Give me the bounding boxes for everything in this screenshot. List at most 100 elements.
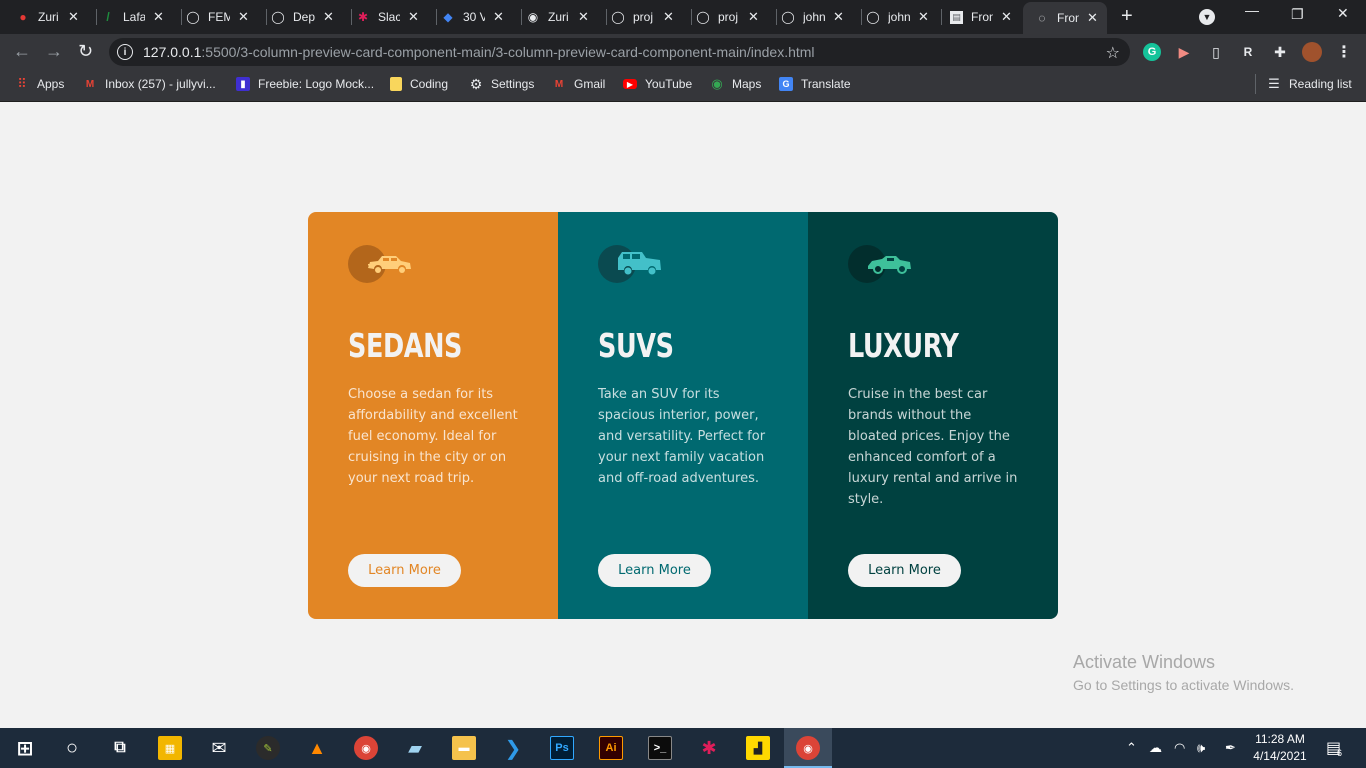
bookmark-star-icon[interactable]: ☆ bbox=[1106, 43, 1120, 63]
card-group: Sedans Choose a sedan for its affordabil… bbox=[308, 212, 1058, 619]
search-circle-icon[interactable]: ○ bbox=[60, 736, 84, 760]
tab-4[interactable]: ◯ Dep ✕ bbox=[271, 4, 334, 30]
tab-6[interactable]: ◆ 30 V ✕ bbox=[441, 4, 504, 30]
suv-car-icon bbox=[598, 245, 661, 283]
reload-icon[interactable]: ↻ bbox=[78, 42, 93, 60]
more-menu-icon[interactable]: ⋮ bbox=[1335, 43, 1353, 61]
bookmarks-separator bbox=[1255, 74, 1256, 94]
bookmark-inbox[interactable]: M Inbox (257) - jullyvi... bbox=[83, 77, 216, 91]
close-icon[interactable]: ✕ bbox=[663, 9, 674, 25]
sticky-notes-icon[interactable]: ▟ bbox=[746, 736, 770, 760]
tab-separator bbox=[861, 9, 862, 25]
puzzle-icon[interactable]: ✚ bbox=[1271, 43, 1289, 61]
pen-icon[interactable]: ✒ bbox=[1225, 740, 1236, 756]
chrome-icon[interactable]: ◉ bbox=[354, 736, 378, 760]
file-explorer-icon[interactable]: ▬ bbox=[452, 736, 476, 760]
vlc-icon[interactable]: ▲ bbox=[305, 736, 329, 760]
terminal-icon[interactable]: >_ bbox=[648, 736, 672, 760]
close-icon[interactable]: ✕ bbox=[493, 9, 504, 25]
bookmark-settings[interactable]: ⚙ Settings bbox=[469, 76, 535, 92]
device-icon[interactable]: ▯ bbox=[1207, 43, 1225, 61]
system-clock[interactable]: 11:28 AM 4/14/2021 bbox=[1250, 731, 1310, 765]
bookmark-apps[interactable]: ⠿ Apps bbox=[15, 76, 64, 91]
gmail-icon: M bbox=[554, 78, 564, 90]
card-title: Sedans bbox=[348, 326, 462, 365]
address-bar[interactable]: i 127.0.0.1:5500/3-column-preview-card-c… bbox=[109, 38, 1130, 66]
close-icon[interactable]: ✕ bbox=[153, 9, 164, 25]
new-tab-button[interactable]: + bbox=[1121, 6, 1133, 26]
vscode-icon[interactable]: ❯ bbox=[501, 736, 525, 760]
tab-13-active[interactable]: ◌ Fron ✕ bbox=[1023, 2, 1107, 34]
bookmark-freebie[interactable]: ▮ Freebie: Logo Mock... bbox=[236, 77, 374, 91]
bookmark-translate[interactable]: G Translate bbox=[779, 77, 851, 91]
extension-r-icon[interactable]: R bbox=[1239, 43, 1257, 61]
url-text[interactable]: 127.0.0.1:5500/3-column-preview-card-com… bbox=[143, 44, 815, 60]
bookmark-maps[interactable]: ◉ Maps bbox=[710, 76, 762, 91]
tab-5[interactable]: ✱ Slac ✕ bbox=[356, 4, 419, 30]
close-icon[interactable]: ✕ bbox=[918, 9, 929, 25]
watermark-title: Activate Windows bbox=[1073, 652, 1216, 672]
close-icon[interactable]: ✕ bbox=[1001, 9, 1012, 25]
tab-1[interactable]: ● Zuri ✕ bbox=[16, 4, 79, 30]
tab-9[interactable]: ◯ proj ✕ bbox=[696, 4, 759, 30]
bookmark-label: Maps bbox=[732, 77, 762, 91]
bookmark-coding[interactable]: Coding bbox=[390, 77, 448, 91]
tab-10[interactable]: ◯ john ✕ bbox=[781, 4, 844, 30]
close-icon[interactable]: ✕ bbox=[408, 9, 419, 25]
window-close-icon[interactable]: ✕ bbox=[1337, 5, 1349, 22]
grammarly-icon[interactable]: G bbox=[1143, 43, 1161, 61]
store-icon[interactable]: ▦ bbox=[158, 736, 182, 760]
page-viewport: Sedans Choose a sedan for its affordabil… bbox=[0, 103, 1366, 728]
slack-app-icon[interactable]: ✱ bbox=[697, 736, 721, 760]
github-icon: ◯ bbox=[271, 10, 285, 24]
bookmark-label: Freebie: Logo Mock... bbox=[258, 77, 375, 91]
avatar[interactable] bbox=[1302, 42, 1322, 62]
apps-grid-icon: ⠿ bbox=[17, 76, 27, 91]
info-icon[interactable]: i bbox=[117, 44, 133, 60]
tab-12[interactable]: ▤ Fron ✕ bbox=[950, 4, 1012, 30]
tab-8[interactable]: ◯ proj ✕ bbox=[611, 4, 674, 30]
windows-start-icon[interactable]: ⊞ bbox=[13, 736, 37, 760]
close-icon[interactable]: ✕ bbox=[578, 9, 589, 25]
close-icon[interactable]: ✕ bbox=[1087, 10, 1098, 26]
close-icon[interactable]: ✕ bbox=[833, 9, 844, 25]
screen-recorder-icon[interactable]: ▶ bbox=[1175, 43, 1193, 61]
tray-chevron-icon[interactable]: ⌃ bbox=[1126, 740, 1137, 756]
bookmark-gmail[interactable]: M Gmail bbox=[552, 77, 606, 91]
bookmark-youtube[interactable]: ▶ YouTube bbox=[623, 77, 692, 91]
tab-title: john bbox=[803, 10, 825, 24]
tab-7[interactable]: ◉ Zuri ✕ bbox=[526, 4, 589, 30]
close-icon[interactable]: ✕ bbox=[238, 9, 249, 25]
notepad-icon[interactable]: ▰ bbox=[403, 736, 427, 760]
loading-icon: ◌ bbox=[1038, 11, 1046, 25]
wifi-icon[interactable]: ◠ bbox=[1174, 740, 1185, 756]
restore-icon[interactable]: ❐ bbox=[1291, 6, 1304, 23]
tab-title: Zuri bbox=[38, 10, 59, 24]
tab-title: john bbox=[888, 10, 910, 24]
tab-separator bbox=[606, 9, 607, 25]
close-icon[interactable]: ✕ bbox=[68, 9, 79, 25]
close-icon[interactable]: ✕ bbox=[323, 9, 334, 25]
illustrator-icon[interactable]: Ai bbox=[599, 736, 623, 760]
tab-2[interactable]: / Lafa ✕ bbox=[101, 4, 164, 30]
back-arrow-icon[interactable]: ← bbox=[13, 42, 31, 60]
learn-more-button[interactable]: Learn More bbox=[598, 554, 711, 587]
chrome-active-icon[interactable]: ◉ bbox=[796, 736, 820, 760]
forward-arrow-icon[interactable]: → bbox=[45, 42, 63, 60]
volume-icon[interactable]: 🕪 bbox=[1197, 740, 1205, 756]
learn-more-button[interactable]: Learn More bbox=[848, 554, 961, 587]
close-icon[interactable]: ✕ bbox=[748, 9, 759, 25]
reading-list-button[interactable]: ☰ Reading list bbox=[1267, 76, 1352, 91]
tab-search-icon[interactable]: ▼ bbox=[1199, 9, 1215, 25]
minimize-icon[interactable]: — bbox=[1245, 2, 1259, 18]
task-view-icon[interactable]: ⧉ bbox=[108, 736, 132, 760]
learn-more-button[interactable]: Learn More bbox=[348, 554, 461, 587]
tab-3[interactable]: ◯ FEM ✕ bbox=[186, 4, 249, 30]
tab-11[interactable]: ◯ john ✕ bbox=[866, 4, 929, 30]
tab-title: Lafa bbox=[123, 10, 145, 24]
inkscape-icon[interactable]: ✎ bbox=[256, 736, 280, 760]
cloud-icon[interactable]: ☁ bbox=[1149, 740, 1162, 756]
card-description: Choose a sedan for its affordability and… bbox=[348, 387, 518, 486]
photoshop-icon[interactable]: Ps bbox=[550, 736, 574, 760]
mail-icon[interactable]: ✉ bbox=[207, 736, 231, 760]
